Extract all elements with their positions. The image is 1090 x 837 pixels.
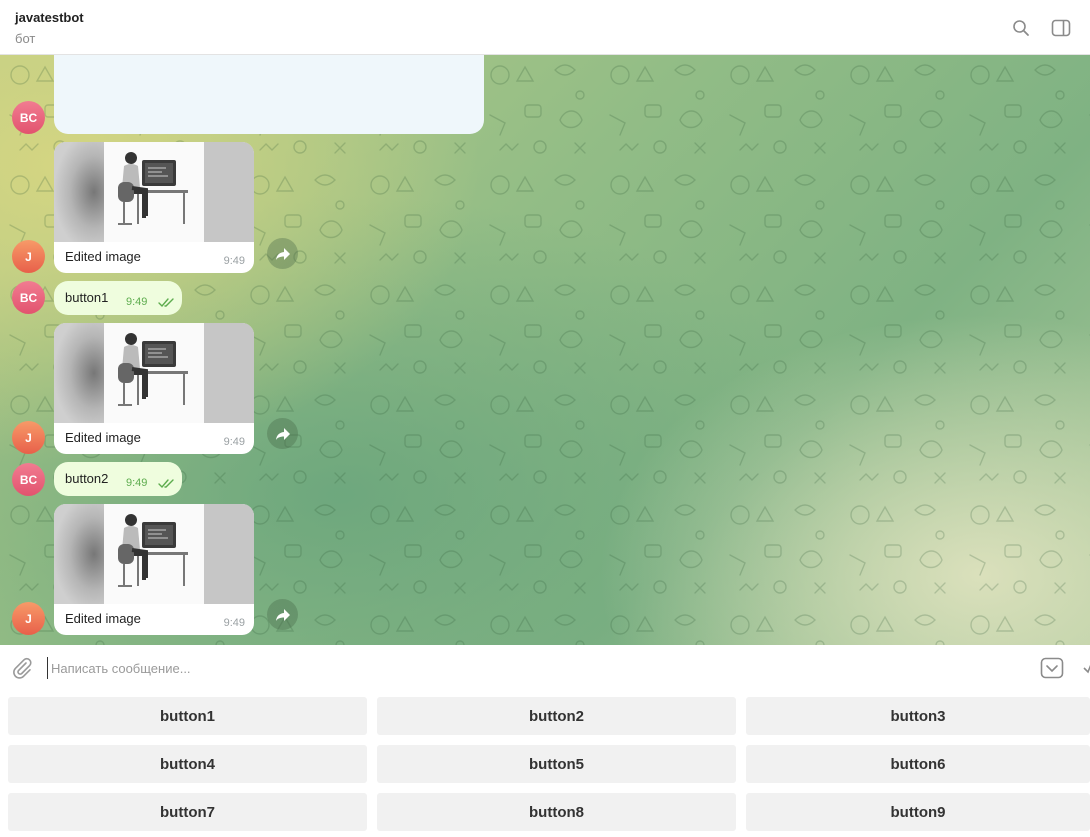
avatar[interactable]: J (12, 602, 45, 635)
outgoing-message[interactable]: button2 9:49 (54, 462, 182, 496)
chat-history[interactable]: BC Edited image 9:49 J BC button1 9:49 E… (0, 55, 1090, 645)
message-time: 9:49 (223, 436, 245, 448)
message-text: button1 (65, 290, 109, 305)
message-time: 9:49 (126, 296, 148, 308)
keyboard-button-9[interactable]: button9 (746, 793, 1090, 831)
avatar[interactable]: BC (12, 281, 45, 314)
photo-message[interactable]: Edited image 9:49 (54, 142, 254, 273)
search-icon[interactable] (1010, 17, 1032, 39)
message-input[interactable] (47, 657, 1017, 679)
keyboard-button-8[interactable]: button8 (377, 793, 736, 831)
keyboard-button-3[interactable]: button3 (746, 697, 1090, 735)
forward-arrow-icon[interactable] (267, 238, 298, 269)
message-image[interactable] (54, 504, 254, 604)
message-time: 9:49 (126, 477, 148, 489)
avatar[interactable]: BC (12, 101, 45, 134)
reply-keyboard: button1 button2 button3 button4 button5 … (0, 691, 1090, 837)
message-bubble-partial[interactable] (54, 55, 484, 134)
chat-title[interactable]: javatestbot (15, 10, 84, 25)
keyboard-button-2[interactable]: button2 (377, 697, 736, 735)
person-at-computer-illustration (118, 333, 188, 406)
keyboard-button-4[interactable]: button4 (8, 745, 367, 783)
photo-message[interactable]: Edited image 9:49 (54, 323, 254, 454)
keyboard-toggle-icon[interactable] (1040, 657, 1064, 679)
person-at-computer-illustration (118, 514, 188, 587)
outgoing-message[interactable]: button1 9:49 (54, 281, 182, 315)
chat-subtitle: бот (15, 31, 36, 46)
message-composer (0, 645, 1090, 691)
photo-caption: Edited image (65, 249, 141, 264)
message-time: 9:49 (223, 617, 245, 629)
double-check-icon (158, 295, 176, 313)
photo-caption: Edited image (65, 611, 141, 626)
avatar[interactable]: J (12, 421, 45, 454)
avatar[interactable]: BC (12, 463, 45, 496)
person-at-computer-illustration (118, 152, 188, 225)
photo-caption: Edited image (65, 430, 141, 445)
message-image[interactable] (54, 323, 254, 423)
chevron-icon[interactable] (1082, 660, 1090, 676)
keyboard-button-6[interactable]: button6 (746, 745, 1090, 783)
photo-message[interactable]: Edited image 9:49 (54, 504, 254, 635)
message-text: button2 (65, 471, 109, 486)
double-check-icon (158, 476, 176, 494)
message-time: 9:49 (223, 255, 245, 267)
side-panel-icon[interactable] (1050, 17, 1072, 39)
keyboard-button-1[interactable]: button1 (8, 697, 367, 735)
forward-arrow-icon[interactable] (267, 599, 298, 630)
message-image[interactable] (54, 142, 254, 242)
keyboard-button-5[interactable]: button5 (377, 745, 736, 783)
paperclip-icon[interactable] (11, 657, 33, 679)
avatar[interactable]: J (12, 240, 45, 273)
chat-header: javatestbot бот (0, 0, 1090, 55)
forward-arrow-icon[interactable] (267, 418, 298, 449)
keyboard-button-7[interactable]: button7 (8, 793, 367, 831)
